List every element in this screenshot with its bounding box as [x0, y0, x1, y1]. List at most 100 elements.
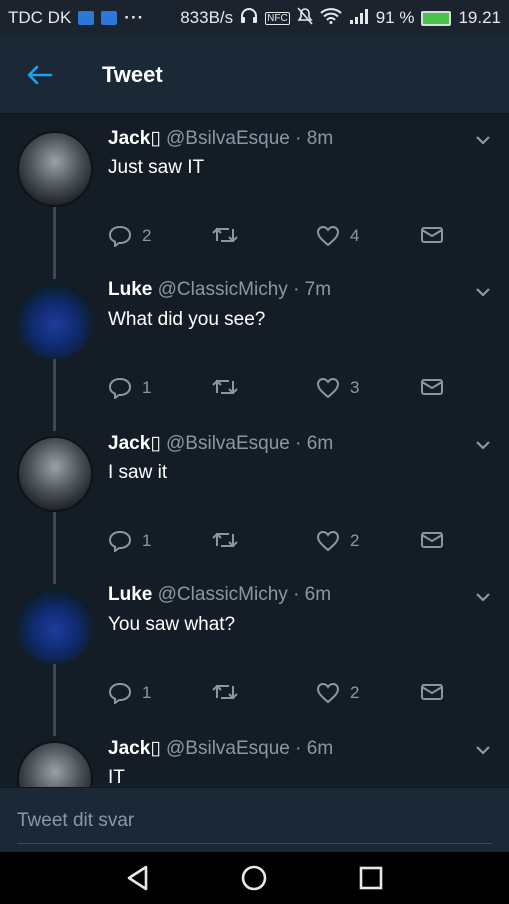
retweet-icon	[212, 379, 238, 395]
handle[interactable]: @ClassicMichy	[158, 279, 288, 300]
like-button[interactable]: 2	[316, 682, 359, 704]
reply-icon	[108, 682, 132, 704]
tweet[interactable]: Jack▯ @BsilvaEsque · 6m IT	[0, 725, 509, 787]
square-recents-icon	[359, 866, 383, 890]
timestamp: · 7m	[293, 279, 332, 300]
tweet-header: Jack▯ @BsilvaEsque · 6m	[108, 737, 333, 760]
twitter-notification-icon	[101, 11, 118, 25]
display-name[interactable]: Jack▯	[108, 128, 161, 149]
handle[interactable]: @BsilvaEsque	[166, 433, 290, 454]
direct-message-button[interactable]	[420, 225, 444, 245]
reply-count: 2	[142, 226, 152, 245]
reply-button[interactable]: 1	[108, 377, 151, 399]
direct-message-button[interactable]	[420, 377, 444, 397]
avatar[interactable]	[17, 283, 93, 359]
like-count: 3	[350, 378, 360, 397]
handle[interactable]: @ClassicMichy	[158, 584, 288, 605]
reply-count: 1	[142, 378, 152, 397]
tweet-options-button[interactable]	[471, 741, 495, 759]
reply-count: 1	[142, 683, 152, 702]
tweet-options-button[interactable]	[471, 283, 495, 301]
reply-button[interactable]: 1	[108, 682, 151, 704]
envelope-icon	[421, 379, 443, 395]
display-name[interactable]: Luke	[108, 584, 152, 605]
like-button[interactable]: 3	[316, 377, 359, 399]
tweet-actions: 1 2	[108, 530, 458, 556]
tweet[interactable]: Luke @ClassicMichy · 6m You saw what? 1 …	[0, 572, 509, 724]
status-bar: TDC DK ··· 833B/s NFC 91 % 19.21	[0, 0, 509, 36]
reply-button[interactable]: 1	[108, 530, 151, 552]
system-navigation-bar	[0, 852, 509, 904]
reply-count: 1	[142, 531, 152, 550]
direct-message-button[interactable]	[420, 682, 444, 702]
tweet[interactable]: Jack▯ @BsilvaEsque · 6m I saw it 1 2	[0, 420, 509, 572]
tweet-options-button[interactable]	[471, 436, 495, 454]
tweet-options-button[interactable]	[471, 588, 495, 606]
direct-message-button[interactable]	[420, 530, 444, 550]
tweet-text: Just saw IT	[108, 157, 205, 178]
signal-icon	[349, 8, 369, 29]
tweet-header: Luke @ClassicMichy · 7m	[108, 279, 331, 301]
reply-button[interactable]: 2	[108, 225, 151, 247]
tweet[interactable]: Luke @ClassicMichy · 7m What did you see…	[0, 267, 509, 419]
display-name[interactable]: Jack▯	[108, 738, 161, 759]
reply-bar	[0, 787, 509, 852]
mute-icon	[297, 6, 313, 30]
like-button[interactable]: 2	[316, 530, 359, 552]
display-name[interactable]: Luke	[108, 279, 152, 300]
tweet-options-button[interactable]	[471, 131, 495, 149]
clock: 19.21	[458, 8, 501, 27]
nav-home-button[interactable]	[234, 858, 274, 898]
retweet-button[interactable]	[212, 377, 248, 397]
avatar[interactable]	[17, 436, 93, 512]
chevron-down-icon	[476, 441, 490, 450]
tweet-actions: 2 4	[108, 225, 458, 251]
like-count: 2	[350, 683, 360, 702]
avatar[interactable]	[17, 588, 93, 664]
wifi-icon	[320, 7, 342, 29]
tweet[interactable]: Jack▯ @BsilvaEsque · 8m Just saw IT 2 4	[0, 115, 509, 267]
retweet-icon	[212, 532, 238, 548]
back-button[interactable]	[0, 36, 80, 114]
tweet-actions: 1 2	[108, 682, 458, 708]
carrier-label: TDC DK	[8, 8, 72, 27]
tweet-header: Luke @ClassicMichy · 6m	[108, 584, 331, 606]
heart-icon	[316, 530, 340, 552]
retweet-icon	[212, 684, 238, 700]
app-header: Tweet	[0, 36, 509, 114]
reply-input[interactable]	[17, 798, 492, 844]
arrow-left-icon	[27, 65, 53, 84]
heart-icon	[316, 682, 340, 704]
heart-icon	[316, 225, 340, 247]
envelope-icon	[421, 227, 443, 243]
chevron-down-icon	[476, 288, 490, 297]
handle[interactable]: @BsilvaEsque	[166, 738, 290, 759]
reply-icon	[108, 377, 132, 399]
avatar[interactable]	[17, 131, 93, 207]
nav-recents-button[interactable]	[351, 858, 391, 898]
tweet-text: IT	[108, 767, 125, 787]
timestamp: · 6m	[295, 433, 334, 454]
tweet-header: Jack▯ @BsilvaEsque · 6m	[108, 432, 333, 455]
battery-percent: 91 %	[375, 8, 415, 27]
battery-icon	[421, 10, 452, 26]
like-count: 2	[350, 531, 360, 550]
tweet-text: I saw it	[108, 462, 168, 483]
avatar[interactable]	[17, 741, 93, 787]
nfc-icon: NFC	[265, 11, 290, 25]
retweet-button[interactable]	[212, 682, 248, 702]
nav-back-button[interactable]	[118, 858, 158, 898]
chevron-down-icon	[476, 136, 490, 145]
tweet-actions: 1 3	[108, 377, 458, 403]
like-button[interactable]: 4	[316, 225, 359, 247]
retweet-button[interactable]	[212, 225, 248, 245]
envelope-icon	[421, 684, 443, 700]
tweet-text: You saw what?	[108, 614, 236, 635]
chevron-down-icon	[476, 746, 490, 755]
retweet-button[interactable]	[212, 530, 248, 550]
triangle-back-icon	[127, 865, 148, 891]
more-notifications-icon: ···	[124, 8, 145, 27]
display-name[interactable]: Jack▯	[108, 433, 161, 454]
like-count: 4	[350, 226, 360, 245]
handle[interactable]: @BsilvaEsque	[166, 128, 290, 149]
